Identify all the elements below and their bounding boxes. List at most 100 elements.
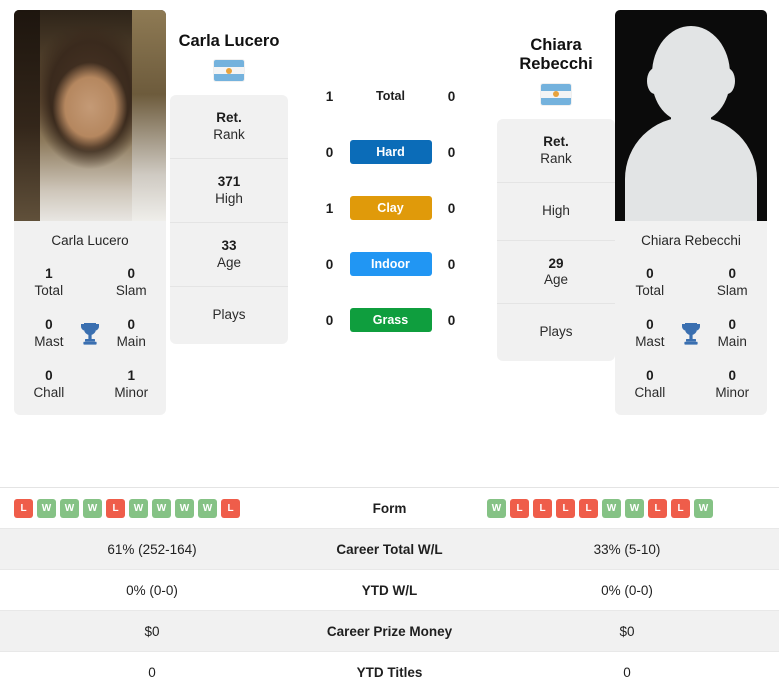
comparison-table: LWWWLWWWWL Form WLLLLWWLLW 61% (252-164)…	[0, 487, 779, 693]
stat-value: 0	[45, 317, 53, 333]
row-label-career-wl: Career Total W/L	[304, 528, 475, 570]
stat-label: Chall	[33, 384, 65, 400]
form-badge-w[interactable]: W	[83, 498, 102, 518]
right-rank-box: Ret. Rank High 29 Age Plays	[497, 118, 615, 362]
titles-row: 0 Chall 1 Minor	[22, 368, 158, 401]
stat-label: Main	[717, 333, 747, 349]
right-player-photo-placeholder	[615, 10, 767, 221]
form-badge-l[interactable]: L	[556, 498, 575, 518]
left-indoor-titles: 0	[325, 256, 334, 272]
surface-badge-hard[interactable]: Hard	[349, 140, 432, 164]
right-titles-slam: 0 Slam	[705, 266, 759, 299]
left-player-info-column: Carla Lucero Ret. Rank 371 High 33 Age P…	[170, 10, 288, 344]
form-badge-l[interactable]: L	[671, 498, 690, 518]
right-rank-segment: Ret. Rank	[497, 119, 615, 183]
form-badge-l[interactable]: L	[106, 498, 125, 518]
form-badge-l[interactable]: L	[579, 498, 598, 518]
left-rank-box: Ret. Rank 371 High 33 Age Plays	[170, 95, 288, 344]
titles-row: 0 Chall 0 Minor	[623, 368, 759, 401]
titles-row: 0 Mast 0 Main	[22, 317, 158, 350]
form-badge-w[interactable]: W	[694, 498, 713, 518]
form-badge-l[interactable]: L	[510, 498, 529, 518]
right-titles-minor: 0 Minor	[705, 368, 759, 401]
form-badge-l[interactable]: L	[221, 498, 240, 518]
stat-label: Slam	[115, 282, 147, 298]
form-badge-w[interactable]: W	[129, 498, 148, 518]
stat-label: Main	[116, 333, 146, 349]
argentina-flag-icon	[541, 83, 571, 105]
surface-badge-clay[interactable]: Clay	[349, 196, 432, 220]
left-titles-mast: 0 Mast	[22, 317, 76, 350]
right-titles-chall: 0 Chall	[623, 368, 677, 401]
right-indoor-titles: 0	[447, 256, 456, 272]
right-form-badges: WLLLLWWLLW	[475, 498, 779, 518]
right-player-name-line1: Chiara	[530, 36, 582, 54]
left-player-photo	[14, 10, 166, 221]
silhouette-ear-icon	[719, 68, 735, 94]
trophy-icon	[76, 322, 105, 346]
table-row-form: LWWWLWWWWL Form WLLLLWWLLW	[0, 487, 779, 529]
form-badge-w[interactable]: W	[487, 498, 506, 518]
left-total-titles: 1	[325, 88, 334, 104]
right-age-segment: 29 Age	[497, 241, 615, 305]
form-badge-w[interactable]: W	[60, 498, 79, 518]
left-player-card-name: Carla Lucero	[51, 233, 129, 248]
right-clay-titles: 0	[447, 200, 456, 216]
stat-value: 0	[646, 317, 654, 333]
stat-value: 33	[221, 237, 237, 253]
titles-row: 1 Total 0 Slam	[22, 266, 158, 299]
table-row-ytd-titles: 0 YTD Titles 0	[0, 651, 779, 693]
surface-row-grass: 0 Grass 0	[288, 292, 493, 348]
stat-value: 0	[646, 266, 654, 282]
form-badge-w[interactable]: W	[198, 498, 217, 518]
form-badge-l[interactable]: L	[14, 498, 33, 518]
left-titles-grid: 1 Total 0 Slam 0 Mast 0 Main 0 Chall 1 M…	[22, 266, 158, 401]
left-ytd-wl: 0% (0-0)	[0, 569, 304, 611]
left-player-name[interactable]: Carla Lucero	[170, 10, 288, 51]
stat-value: 0	[728, 368, 736, 384]
stat-label: Minor	[715, 384, 750, 400]
stat-label: Mast	[635, 333, 665, 349]
stat-value: Ret.	[216, 110, 242, 126]
form-badge-w[interactable]: W	[625, 498, 644, 518]
stat-label: Plays	[539, 324, 573, 340]
left-titles-minor: 1 Minor	[104, 368, 158, 401]
left-rank-segment: Ret. Rank	[170, 95, 288, 160]
right-ytd-titles: 0	[475, 651, 779, 693]
surface-badge-grass[interactable]: Grass	[349, 308, 432, 332]
stat-label: High	[215, 191, 243, 207]
stat-label: Slam	[716, 282, 748, 298]
right-titles-main: 0 Main	[705, 317, 759, 350]
right-career-wl: 33% (5-10)	[475, 528, 779, 570]
stat-label: Mast	[34, 333, 64, 349]
left-titles-main: 0 Main	[104, 317, 158, 350]
right-titles-mast: 0 Mast	[623, 317, 677, 350]
form-badge-w[interactable]: W	[175, 498, 194, 518]
table-row-career-wl: 61% (252-164) Career Total W/L 33% (5-10…	[0, 528, 779, 570]
right-total-titles: 0	[447, 88, 456, 104]
left-ytd-titles: 0	[0, 651, 304, 693]
form-badge-w[interactable]: W	[602, 498, 621, 518]
left-titles-total: 1 Total	[22, 266, 76, 299]
right-player-name[interactable]: Chiara Rebecchi	[497, 10, 615, 75]
form-badge-l[interactable]: L	[648, 498, 667, 518]
argentina-flag-icon	[214, 60, 244, 82]
right-hard-titles: 0	[447, 144, 456, 160]
row-label-ytd-wl: YTD W/L	[304, 569, 475, 611]
table-row-prize-money: $0 Career Prize Money $0	[0, 610, 779, 652]
surface-row-total: 1 Total 0	[288, 68, 493, 124]
stat-label: Chall	[634, 384, 666, 400]
stat-value: 0	[728, 266, 736, 282]
stat-value: 371	[217, 174, 241, 190]
right-ytd-wl: 0% (0-0)	[475, 569, 779, 611]
player-comparison-page: Carla Lucero 1 Total 0 Slam 0 Mast 0 Mai…	[0, 0, 779, 699]
form-badge-w[interactable]: W	[37, 498, 56, 518]
surface-badge-indoor[interactable]: Indoor	[349, 252, 432, 276]
right-titles-total: 0 Total	[623, 266, 677, 299]
stat-value: 1	[127, 368, 135, 384]
right-grass-titles: 0	[447, 312, 456, 328]
form-badge-w[interactable]: W	[152, 498, 171, 518]
titles-row: 0 Mast 0 Main	[623, 317, 759, 350]
form-badge-l[interactable]: L	[533, 498, 552, 518]
stat-label: Total	[635, 282, 665, 298]
